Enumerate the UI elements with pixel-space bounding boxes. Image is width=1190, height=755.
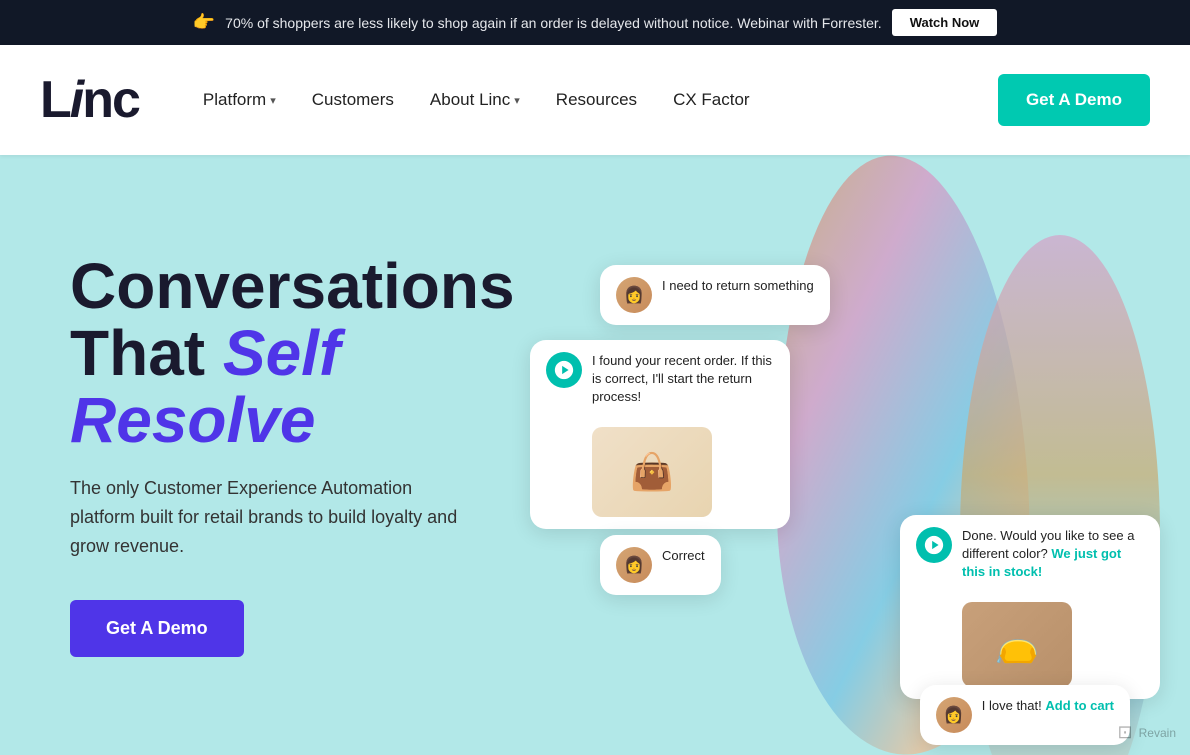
bubble-3-text: Correct [662, 547, 705, 565]
announcement-bar: 👉 70% of shoppers are less likely to sho… [0, 0, 1190, 45]
hero-heading-italic2: Resolve [70, 384, 315, 456]
announcement-emoji: 👉 [193, 12, 215, 33]
nav-about-linc[interactable]: About Linc ▾ [416, 82, 534, 118]
hero-heading-line2: That [70, 317, 205, 389]
nav-customers[interactable]: Customers [298, 82, 408, 118]
avatar-bot-1 [546, 352, 582, 388]
hero-left: Conversations That Self Resolve The only… [0, 193, 520, 718]
brown-bag-icon: 👝 [995, 623, 1040, 665]
revain-icon: ⊡ [1118, 722, 1133, 743]
chat-bubble-2: I found your recent order. If this is co… [530, 340, 790, 529]
get-demo-hero-button[interactable]: Get A Demo [70, 600, 244, 657]
chat-bubble-4: Done. Would you like to see a different … [900, 515, 1160, 699]
chat-bubble-1: 👩 I need to return something [600, 265, 830, 325]
logo-text: Linc [40, 74, 139, 126]
bubble-5-text: I love that! Add to cart [982, 697, 1114, 715]
nav-platform[interactable]: Platform ▾ [189, 82, 290, 118]
chat-demo: 👩 I need to return something I found you… [510, 155, 1190, 755]
revain-text: Revain [1139, 726, 1176, 740]
revain-watermark: ⊡ Revain [1118, 722, 1176, 743]
hero-section: Conversations That Self Resolve The only… [0, 155, 1190, 755]
avatar-user-2: 👩 [616, 547, 652, 583]
avatar-user-3: 👩 [936, 697, 972, 733]
get-demo-header-button[interactable]: Get A Demo [998, 74, 1150, 126]
product-image-bag: 👜 [592, 427, 712, 517]
watch-now-button[interactable]: Watch Now [892, 9, 998, 36]
announcement-text: 70% of shoppers are less likely to shop … [225, 15, 882, 31]
header: Linc Platform ▾ Customers About Linc ▾ R… [0, 45, 1190, 155]
nav-resources[interactable]: Resources [542, 82, 651, 118]
hero-subtext: The only Customer Experience Automation … [70, 474, 460, 560]
hero-heading-line1: Conversations [70, 250, 515, 322]
logo[interactable]: Linc [40, 74, 139, 126]
add-to-cart-link[interactable]: Add to cart [1045, 698, 1114, 713]
hero-heading-italic: Self [223, 317, 340, 389]
bubble-4-text: Done. Would you like to see a different … [962, 527, 1144, 582]
avatar-bot-2 [916, 527, 952, 563]
chevron-down-icon-2: ▾ [514, 94, 520, 107]
chat-bubble-5: 👩 I love that! Add to cart [920, 685, 1130, 745]
hero-right: 👩 I need to return something I found you… [510, 155, 1190, 755]
bubble-1-text: I need to return something [662, 277, 814, 295]
main-nav: Platform ▾ Customers About Linc ▾ Resour… [189, 82, 998, 118]
bubble-4-header: Done. Would you like to see a different … [916, 527, 1144, 582]
product-image-bag-brown: 👝 [962, 602, 1072, 687]
avatar-user-1: 👩 [616, 277, 652, 313]
bubble-2-header: I found your recent order. If this is co… [546, 352, 774, 407]
chevron-down-icon: ▾ [270, 94, 276, 107]
bag-icon: 👜 [630, 451, 675, 493]
chat-bubble-3: 👩 Correct [600, 535, 721, 595]
hero-heading: Conversations That Self Resolve [70, 253, 460, 455]
bubble-2-text: I found your recent order. If this is co… [592, 352, 774, 407]
nav-cx-factor[interactable]: CX Factor [659, 82, 764, 118]
